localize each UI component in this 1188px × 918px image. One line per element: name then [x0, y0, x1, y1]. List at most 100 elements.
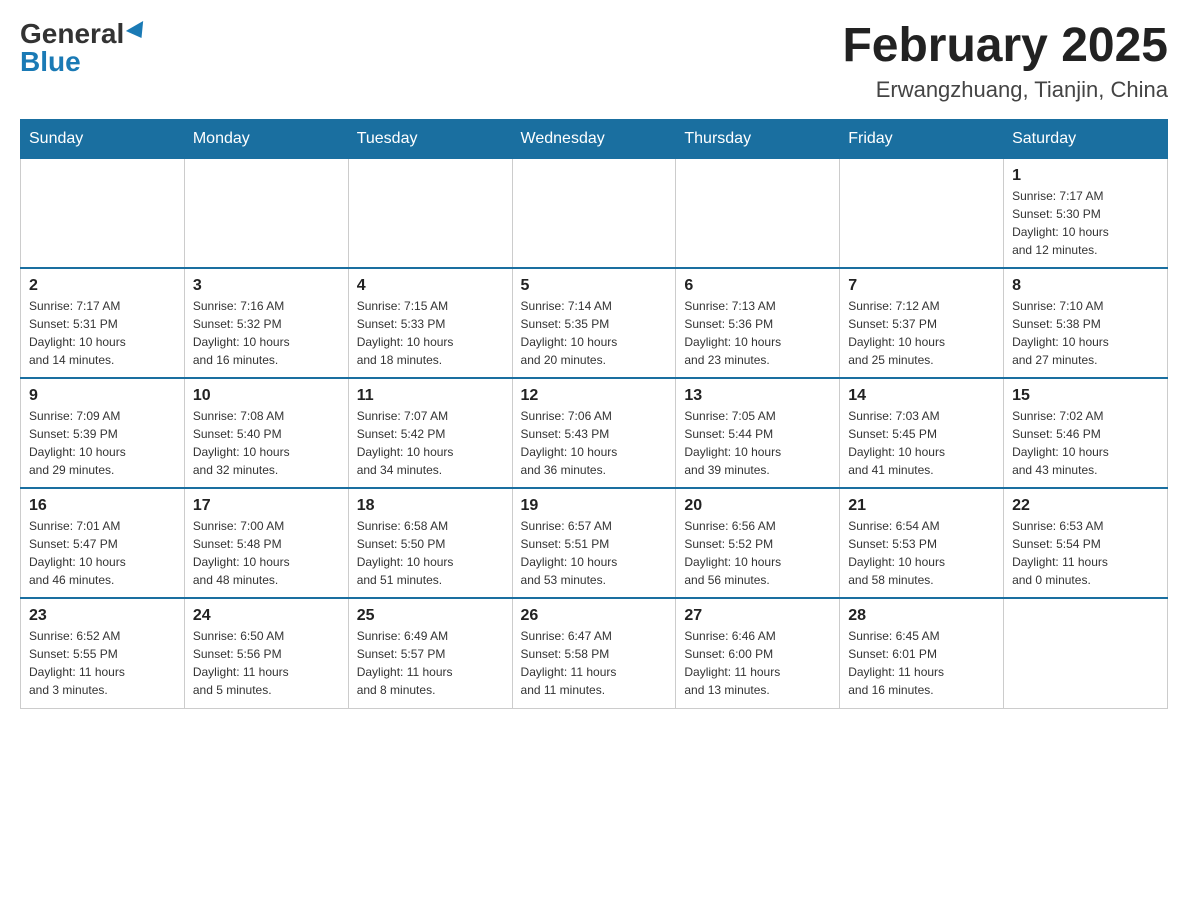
- day-info: Sunrise: 7:14 AM Sunset: 5:35 PM Dayligh…: [521, 297, 668, 369]
- calendar-cell-2-1: 10 Sunrise: 7:08 AM Sunset: 5:40 PM Dayli…: [184, 378, 348, 488]
- calendar-cell-3-2: 18 Sunrise: 6:58 AM Sunset: 5:50 PM Dayli…: [348, 488, 512, 598]
- day-number: 7: [848, 277, 995, 295]
- day-number: 24: [193, 607, 340, 625]
- day-info: Sunrise: 7:10 AM Sunset: 5:38 PM Dayligh…: [1012, 297, 1159, 369]
- day-info: Sunrise: 6:53 AM Sunset: 5:54 PM Dayligh…: [1012, 517, 1159, 589]
- day-info: Sunrise: 7:13 AM Sunset: 5:36 PM Dayligh…: [684, 297, 831, 369]
- day-number: 21: [848, 497, 995, 515]
- day-info: Sunrise: 6:49 AM Sunset: 5:57 PM Dayligh…: [357, 627, 504, 699]
- calendar-cell-1-3: 5Sunrise: 7:14 AM Sunset: 5:35 PM Daylig…: [512, 268, 676, 378]
- calendar-cell-2-2: 11Sunrise: 7:07 AM Sunset: 5:42 PM Dayli…: [348, 378, 512, 488]
- calendar-cell-2-4: 13Sunrise: 7:05 AM Sunset: 5:44 PM Dayli…: [676, 378, 840, 488]
- day-number: 12: [521, 387, 668, 405]
- day-number: 27: [684, 607, 831, 625]
- day-number: 15: [1012, 387, 1159, 405]
- calendar-cell-1-2: 4 Sunrise: 7:15 AM Sunset: 5:33 PM Daylig…: [348, 268, 512, 378]
- calendar-cell-2-0: 9 Sunrise: 7:09 AM Sunset: 5:39 PM Daylig…: [21, 378, 185, 488]
- day-info: Sunrise: 7:07 AM Sunset: 5:42 PM Dayligh…: [357, 407, 504, 479]
- calendar-cell-0-1: [184, 158, 348, 268]
- day-number: 17: [193, 497, 340, 515]
- day-info: Sunrise: 6:56 AM Sunset: 5:52 PM Dayligh…: [684, 517, 831, 589]
- weekday-tuesday: Tuesday: [348, 119, 512, 158]
- calendar-cell-4-2: 25 Sunrise: 6:49 AM Sunset: 5:57 PM Dayli…: [348, 598, 512, 708]
- weekday-friday: Friday: [840, 119, 1004, 158]
- day-info: Sunrise: 6:45 AM Sunset: 6:01 PM Dayligh…: [848, 627, 995, 699]
- logo-general-text: General: [20, 20, 124, 48]
- day-info: Sunrise: 6:50 AM Sunset: 5:56 PM Dayligh…: [193, 627, 340, 699]
- day-info: Sunrise: 6:54 AM Sunset: 5:53 PM Dayligh…: [848, 517, 995, 589]
- week-row-1: 2 Sunrise: 7:17 AM Sunset: 5:31 PM Daylig…: [21, 268, 1168, 378]
- calendar-cell-1-5: 7 Sunrise: 7:12 AM Sunset: 5:37 PM Daylig…: [840, 268, 1004, 378]
- day-info: Sunrise: 7:02 AM Sunset: 5:46 PM Dayligh…: [1012, 407, 1159, 479]
- day-number: 18: [357, 497, 504, 515]
- calendar-cell-1-0: 2 Sunrise: 7:17 AM Sunset: 5:31 PM Daylig…: [21, 268, 185, 378]
- logo: General Blue: [20, 20, 148, 76]
- day-info: Sunrise: 7:08 AM Sunset: 5:40 PM Dayligh…: [193, 407, 340, 479]
- calendar-cell-3-0: 16 Sunrise: 7:01 AM Sunset: 5:47 PM Dayli…: [21, 488, 185, 598]
- day-info: Sunrise: 7:17 AM Sunset: 5:30 PM Dayligh…: [1012, 187, 1159, 259]
- calendar-cell-3-6: 22 Sunrise: 6:53 AM Sunset: 5:54 PM Dayli…: [1004, 488, 1168, 598]
- calendar-cell-0-6: 1Sunrise: 7:17 AM Sunset: 5:30 PM Daylig…: [1004, 158, 1168, 268]
- calendar-cell-3-4: 20Sunrise: 6:56 AM Sunset: 5:52 PM Dayli…: [676, 488, 840, 598]
- day-number: 13: [684, 387, 831, 405]
- day-info: Sunrise: 6:47 AM Sunset: 5:58 PM Dayligh…: [521, 627, 668, 699]
- day-number: 22: [1012, 497, 1159, 515]
- day-number: 9: [29, 387, 176, 405]
- calendar-cell-0-3: [512, 158, 676, 268]
- week-row-4: 23 Sunrise: 6:52 AM Sunset: 5:55 PM Dayli…: [21, 598, 1168, 708]
- calendar-cell-0-5: [840, 158, 1004, 268]
- day-info: Sunrise: 6:57 AM Sunset: 5:51 PM Dayligh…: [521, 517, 668, 589]
- day-info: Sunrise: 7:15 AM Sunset: 5:33 PM Dayligh…: [357, 297, 504, 369]
- calendar-cell-1-4: 6 Sunrise: 7:13 AM Sunset: 5:36 PM Daylig…: [676, 268, 840, 378]
- calendar-cell-2-3: 12 Sunrise: 7:06 AM Sunset: 5:43 PM Dayli…: [512, 378, 676, 488]
- day-info: Sunrise: 7:00 AM Sunset: 5:48 PM Dayligh…: [193, 517, 340, 589]
- day-info: Sunrise: 7:03 AM Sunset: 5:45 PM Dayligh…: [848, 407, 995, 479]
- weekday-wednesday: Wednesday: [512, 119, 676, 158]
- day-info: Sunrise: 6:52 AM Sunset: 5:55 PM Dayligh…: [29, 627, 176, 699]
- day-info: Sunrise: 7:09 AM Sunset: 5:39 PM Dayligh…: [29, 407, 176, 479]
- calendar-cell-4-6: [1004, 598, 1168, 708]
- calendar-cell-0-2: [348, 158, 512, 268]
- day-number: 2: [29, 277, 176, 295]
- day-info: Sunrise: 7:12 AM Sunset: 5:37 PM Dayligh…: [848, 297, 995, 369]
- day-number: 3: [193, 277, 340, 295]
- weekday-header-row: SundayMondayTuesdayWednesdayThursdayFrid…: [21, 119, 1168, 158]
- page-header: General Blue February 2025 Erwangzhuang,…: [20, 20, 1168, 103]
- calendar-cell-2-5: 14 Sunrise: 7:03 AM Sunset: 5:45 PM Dayli…: [840, 378, 1004, 488]
- calendar-table: SundayMondayTuesdayWednesdayThursdayFrid…: [20, 119, 1168, 709]
- calendar-cell-3-5: 21 Sunrise: 6:54 AM Sunset: 5:53 PM Dayli…: [840, 488, 1004, 598]
- day-info: Sunrise: 7:17 AM Sunset: 5:31 PM Dayligh…: [29, 297, 176, 369]
- calendar-cell-4-1: 24 Sunrise: 6:50 AM Sunset: 5:56 PM Dayli…: [184, 598, 348, 708]
- day-info: Sunrise: 7:06 AM Sunset: 5:43 PM Dayligh…: [521, 407, 668, 479]
- location-title: Erwangzhuang, Tianjin, China: [842, 77, 1168, 103]
- weekday-monday: Monday: [184, 119, 348, 158]
- day-number: 26: [521, 607, 668, 625]
- weekday-thursday: Thursday: [676, 119, 840, 158]
- day-number: 6: [684, 277, 831, 295]
- week-row-3: 16 Sunrise: 7:01 AM Sunset: 5:47 PM Dayli…: [21, 488, 1168, 598]
- day-number: 10: [193, 387, 340, 405]
- calendar-cell-1-1: 3 Sunrise: 7:16 AM Sunset: 5:32 PM Daylig…: [184, 268, 348, 378]
- logo-blue-text: Blue: [20, 48, 81, 76]
- day-number: 19: [521, 497, 668, 515]
- weekday-sunday: Sunday: [21, 119, 185, 158]
- week-row-0: 1Sunrise: 7:17 AM Sunset: 5:30 PM Daylig…: [21, 158, 1168, 268]
- day-number: 28: [848, 607, 995, 625]
- day-number: 16: [29, 497, 176, 515]
- calendar-cell-4-4: 27Sunrise: 6:46 AM Sunset: 6:00 PM Dayli…: [676, 598, 840, 708]
- calendar-cell-4-3: 26 Sunrise: 6:47 AM Sunset: 5:58 PM Dayli…: [512, 598, 676, 708]
- day-info: Sunrise: 6:58 AM Sunset: 5:50 PM Dayligh…: [357, 517, 504, 589]
- day-number: 23: [29, 607, 176, 625]
- day-number: 25: [357, 607, 504, 625]
- day-info: Sunrise: 7:16 AM Sunset: 5:32 PM Dayligh…: [193, 297, 340, 369]
- calendar-cell-0-0: [21, 158, 185, 268]
- day-number: 4: [357, 277, 504, 295]
- calendar-cell-4-0: 23 Sunrise: 6:52 AM Sunset: 5:55 PM Dayli…: [21, 598, 185, 708]
- day-number: 14: [848, 387, 995, 405]
- calendar-cell-4-5: 28 Sunrise: 6:45 AM Sunset: 6:01 PM Dayli…: [840, 598, 1004, 708]
- title-block: February 2025 Erwangzhuang, Tianjin, Chi…: [842, 20, 1168, 103]
- calendar-cell-1-6: 8Sunrise: 7:10 AM Sunset: 5:38 PM Daylig…: [1004, 268, 1168, 378]
- calendar-cell-3-3: 19 Sunrise: 6:57 AM Sunset: 5:51 PM Dayli…: [512, 488, 676, 598]
- calendar-cell-2-6: 15 Sunrise: 7:02 AM Sunset: 5:46 PM Dayli…: [1004, 378, 1168, 488]
- day-info: Sunrise: 7:01 AM Sunset: 5:47 PM Dayligh…: [29, 517, 176, 589]
